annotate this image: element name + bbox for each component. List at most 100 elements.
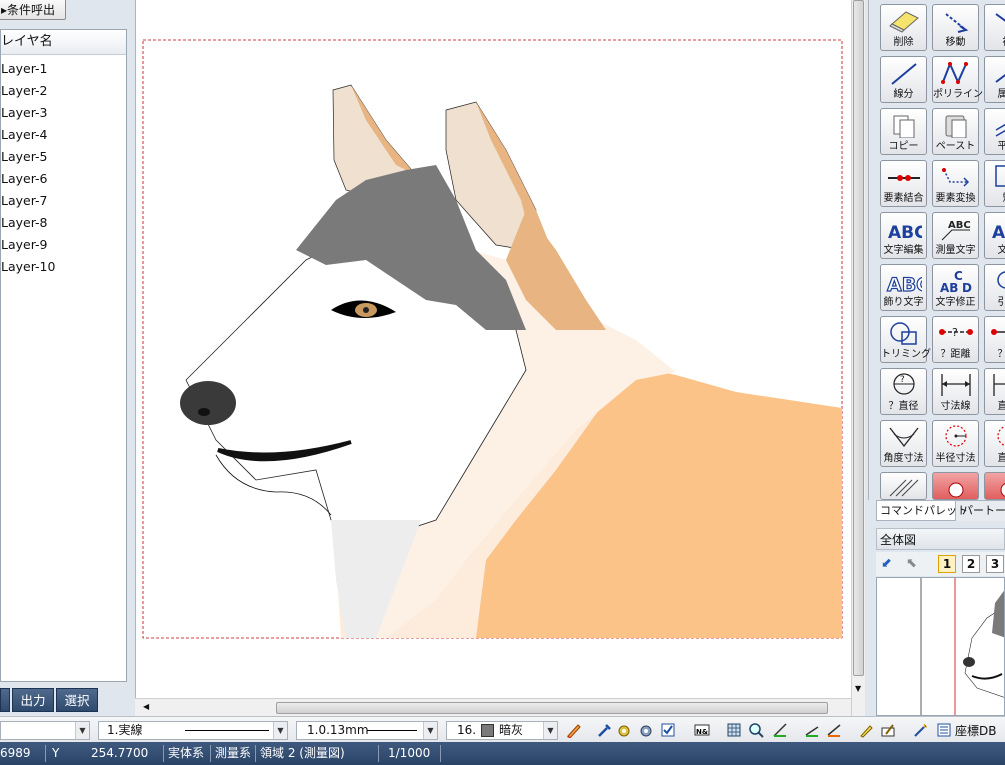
layer-row[interactable]: Layer-8	[1, 212, 121, 234]
scroll-down-arrow-icon[interactable]: ▼	[855, 684, 861, 693]
symbol-button[interactable]	[932, 472, 979, 500]
palette-tab-strip: コマンドパレット パートー	[876, 500, 1005, 521]
serial-dimension-button[interactable]: 直列	[984, 368, 1005, 415]
paste-button[interactable]: ペースト	[932, 108, 979, 155]
line-width-value: 1.0.13mm	[307, 723, 369, 737]
angle-query-icon	[991, 329, 1005, 335]
text-icon: AB	[992, 223, 1005, 242]
copy-button[interactable]: コピー	[880, 108, 927, 155]
convert-elements-button[interactable]: 要素変換	[932, 160, 979, 207]
text-fix-button[interactable]: AB D C 文字修正	[932, 264, 979, 311]
polyline-button[interactable]: ポリライン	[932, 56, 983, 103]
measure-icon[interactable]	[772, 722, 788, 738]
line-segment-button[interactable]: 線分	[880, 56, 927, 103]
angle-dimension-button[interactable]: 角度寸法	[880, 420, 927, 467]
layer-row[interactable]: Layer-1	[1, 58, 121, 80]
attribute-icon	[995, 74, 1005, 83]
symbol-button-2[interactable]	[984, 472, 1005, 500]
vertical-scroll-thumb[interactable]	[853, 0, 864, 676]
chevron-down-icon: ▼	[543, 722, 557, 739]
tab-command-palette[interactable]: コマンドパレット	[876, 501, 968, 521]
hatch-button[interactable]	[880, 472, 927, 500]
move-icon	[945, 13, 969, 33]
checkbox-icon[interactable]	[660, 722, 676, 738]
serial-dimension-icon	[993, 374, 1005, 396]
tab-parts[interactable]: パートー	[962, 501, 1005, 521]
layer-row[interactable]: Layer-4	[1, 124, 121, 146]
rectangle-button[interactable]: 矩	[984, 160, 1005, 207]
page-1-button[interactable]: 1	[938, 555, 956, 573]
layer-row[interactable]: Layer-10	[1, 256, 121, 278]
drawing-canvas[interactable]	[135, 0, 852, 698]
parallel-button[interactable]: 平行	[984, 108, 1005, 155]
zoom-out-arrow-icon[interactable]: ⬉	[906, 556, 917, 571]
attribute-button[interactable]: 属性	[984, 56, 1005, 103]
layer-name-column-header[interactable]: レイヤ名	[1, 30, 126, 55]
color-combo[interactable]: 16. 暗灰 ▼	[446, 721, 558, 740]
line-type-combo[interactable]: 1.実線 ▼	[98, 721, 288, 740]
line-type-preview	[185, 730, 269, 731]
move-button[interactable]: 移動	[932, 4, 979, 51]
page-2-button[interactable]: 2	[962, 555, 980, 573]
zoom-in-arrow-icon[interactable]: ⬋	[881, 556, 892, 571]
panel-tab-select[interactable]: 選択	[56, 688, 98, 712]
chevron-down-icon: ▼	[423, 722, 437, 739]
pencil-icon[interactable]	[565, 722, 581, 738]
svg-text:AB: AB	[992, 223, 1005, 242]
rectangle-icon	[995, 165, 1005, 187]
delete-button[interactable]: 削除	[880, 4, 927, 51]
horizontal-scrollbar[interactable]: ◀	[135, 698, 851, 716]
layer-combo[interactable]: ▼	[0, 721, 90, 740]
grid-icon[interactable]	[726, 722, 742, 738]
join-elements-button[interactable]: 要素結合	[880, 160, 927, 207]
diameter-dimension-button[interactable]: 直径	[984, 420, 1005, 467]
text-button[interactable]: AB 文字	[984, 212, 1005, 259]
trim-button[interactable]: トリミング	[880, 316, 931, 363]
settings-icon[interactable]	[638, 722, 654, 738]
copy-element-icon	[995, 13, 1005, 22]
layer-row[interactable]: Layer-6	[1, 168, 121, 190]
horizontal-scroll-thumb[interactable]	[276, 702, 828, 714]
radius-dimension-button[interactable]: 半径寸法	[932, 420, 979, 467]
copy-element-button[interactable]: 複	[984, 4, 1005, 51]
overview-title: 全体図	[876, 528, 1005, 550]
panel-tab-partial[interactable]	[0, 688, 10, 712]
highlighter-icon[interactable]	[858, 722, 874, 738]
magnifier-icon[interactable]	[748, 722, 764, 738]
line-width-combo[interactable]: 1.0.13mm ▼	[296, 721, 438, 740]
layer-row[interactable]: Layer-2	[1, 80, 121, 102]
vertical-scrollbar[interactable]: ▼	[851, 0, 865, 716]
distance-icon: ?	[939, 326, 973, 339]
diameter-query-button[interactable]: ? ？直径	[880, 368, 927, 415]
text-edit-button[interactable]: ABC 文字編集	[880, 212, 927, 259]
distance-query-button[interactable]: ? ？距離	[932, 316, 979, 363]
y-coordinate-value: 254.7700	[91, 746, 149, 760]
entity-system: 実体系	[168, 746, 205, 760]
gear-icon[interactable]	[616, 722, 632, 738]
layer-row[interactable]: Layer-9	[1, 234, 121, 256]
overview-map[interactable]	[876, 577, 1005, 716]
page-3-button[interactable]: 3	[986, 555, 1004, 573]
condition-recall-button[interactable]: ▸条件呼出	[0, 0, 66, 20]
layer-row[interactable]: Layer-5	[1, 146, 121, 168]
text-fix-icon: AB DC	[940, 269, 972, 294]
eyedropper-icon[interactable]	[596, 722, 612, 738]
dimension-line-button[interactable]: 寸法線	[932, 368, 979, 415]
leader-button[interactable]: 引出	[984, 264, 1005, 311]
coordinate-db-label[interactable]: 座標DB	[955, 722, 996, 739]
line-edit-icon[interactable]	[826, 722, 842, 738]
decorated-text-button[interactable]: ABC 飾り文字	[880, 264, 927, 311]
scroll-left-arrow-icon[interactable]: ◀	[143, 702, 149, 711]
survey-system: 測量系	[215, 746, 252, 760]
panel-tab-output[interactable]: 出力	[12, 688, 54, 712]
line-add-icon[interactable]	[804, 722, 820, 738]
layer-row[interactable]: Layer-7	[1, 190, 121, 212]
wand-icon[interactable]	[912, 722, 928, 738]
pen-edit-icon[interactable]	[880, 722, 896, 738]
chevron-down-icon: ▼	[273, 722, 287, 739]
hatch-pattern-icon[interactable]: N&	[694, 722, 714, 738]
coordinate-db-icon[interactable]	[936, 722, 952, 738]
layer-row[interactable]: Layer-3	[1, 102, 121, 124]
angle-query-button[interactable]: ？角	[984, 316, 1005, 363]
survey-text-button[interactable]: ABC 測量文字	[932, 212, 979, 259]
